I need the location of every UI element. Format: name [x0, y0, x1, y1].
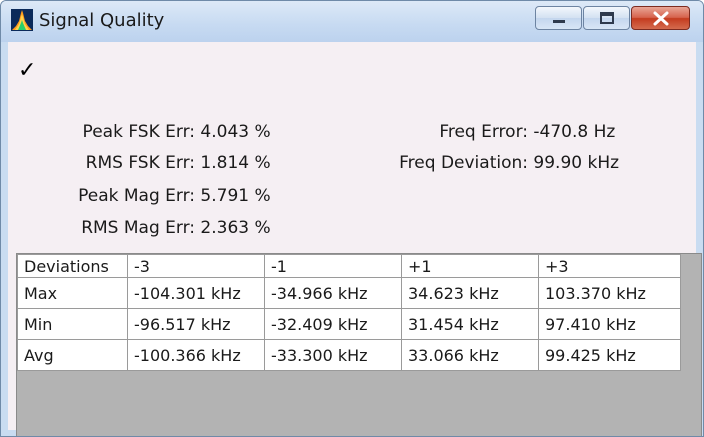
client-area: ✓ Peak FSK Err: 4.043 % RMS FSK Err: 1.8…: [8, 42, 702, 436]
table-cell[interactable]: 99.425 kHz: [538, 339, 681, 371]
column-header[interactable]: +1: [401, 254, 539, 278]
minimize-icon: [553, 20, 565, 23]
row-label[interactable]: Avg: [17, 339, 128, 371]
table-cell[interactable]: -32.409 kHz: [264, 308, 402, 340]
maximize-button[interactable]: [583, 6, 630, 30]
stat-label: RMS FSK Err:: [85, 153, 195, 173]
table-header-row: Deviations -3 -1 +1 +3: [17, 254, 681, 278]
stat-value: 4.043 %: [200, 122, 271, 142]
rms-fsk-err: RMS FSK Err: 1.814 %: [61, 153, 271, 173]
row-label[interactable]: Max: [17, 277, 128, 309]
app-spectrum-icon: [11, 9, 33, 31]
table-row: Max -104.301 kHz -34.966 kHz 34.623 kHz …: [17, 277, 681, 309]
stat-label: Freq Error:: [439, 122, 528, 142]
freq-error: Freq Error: -470.8 Hz: [373, 122, 615, 142]
stat-label: Peak Mag Err:: [78, 186, 195, 206]
stat-value: -470.8 Hz: [533, 122, 616, 142]
table-cell[interactable]: -104.301 kHz: [127, 277, 265, 309]
column-header[interactable]: -3: [127, 254, 265, 278]
peak-fsk-err: Peak FSK Err: 4.043 %: [61, 122, 271, 142]
deviation-table: Deviations -3 -1 +1 +3 Max -104.301 kHz …: [17, 254, 681, 371]
table-cell[interactable]: 97.410 kHz: [538, 308, 681, 340]
stat-value: 99.90 kHz: [533, 153, 620, 173]
deviation-grid[interactable]: Deviations -3 -1 +1 +3 Max -104.301 kHz …: [16, 253, 702, 436]
table-cell[interactable]: -100.366 kHz: [127, 339, 265, 371]
row-label[interactable]: Min: [17, 308, 128, 340]
peak-mag-err: Peak Mag Err: 5.791 %: [61, 186, 271, 206]
window-title: Signal Quality: [39, 10, 165, 31]
table-row: Min -96.517 kHz -32.409 kHz 31.454 kHz 9…: [17, 308, 681, 340]
stat-value: 2.363 %: [200, 218, 271, 238]
table-cell[interactable]: -34.966 kHz: [264, 277, 402, 309]
minimize-button[interactable]: [535, 6, 582, 30]
close-button[interactable]: [631, 6, 690, 30]
table-cell[interactable]: -96.517 kHz: [127, 308, 265, 340]
maximize-icon: [600, 12, 614, 24]
column-header[interactable]: -1: [264, 254, 402, 278]
table-cell[interactable]: 33.066 kHz: [401, 339, 539, 371]
rms-mag-err: RMS Mag Err: 2.363 %: [61, 218, 271, 238]
close-icon: [653, 11, 669, 26]
signal-quality-window: Signal Quality ✓ Peak FSK Err: 4.043 % R…: [0, 0, 704, 437]
freq-deviation: Freq Deviation: 99.90 kHz: [373, 153, 619, 173]
title-bar[interactable]: Signal Quality: [1, 1, 703, 42]
stat-label: RMS Mag Err:: [81, 218, 195, 238]
table-cell[interactable]: 31.454 kHz: [401, 308, 539, 340]
checkmark-icon: ✓: [18, 58, 37, 83]
column-header[interactable]: Deviations: [17, 254, 128, 278]
column-header[interactable]: +3: [538, 254, 681, 278]
table-cell[interactable]: 103.370 kHz: [538, 277, 681, 309]
stat-value: 1.814 %: [200, 153, 271, 173]
stat-value: 5.791 %: [200, 186, 271, 206]
table-cell[interactable]: -33.300 kHz: [264, 339, 402, 371]
stat-label: Freq Deviation:: [399, 153, 528, 173]
table-cell[interactable]: 34.623 kHz: [401, 277, 539, 309]
stat-label: Peak FSK Err:: [82, 122, 195, 142]
table-row: Avg -100.366 kHz -33.300 kHz 33.066 kHz …: [17, 339, 681, 371]
